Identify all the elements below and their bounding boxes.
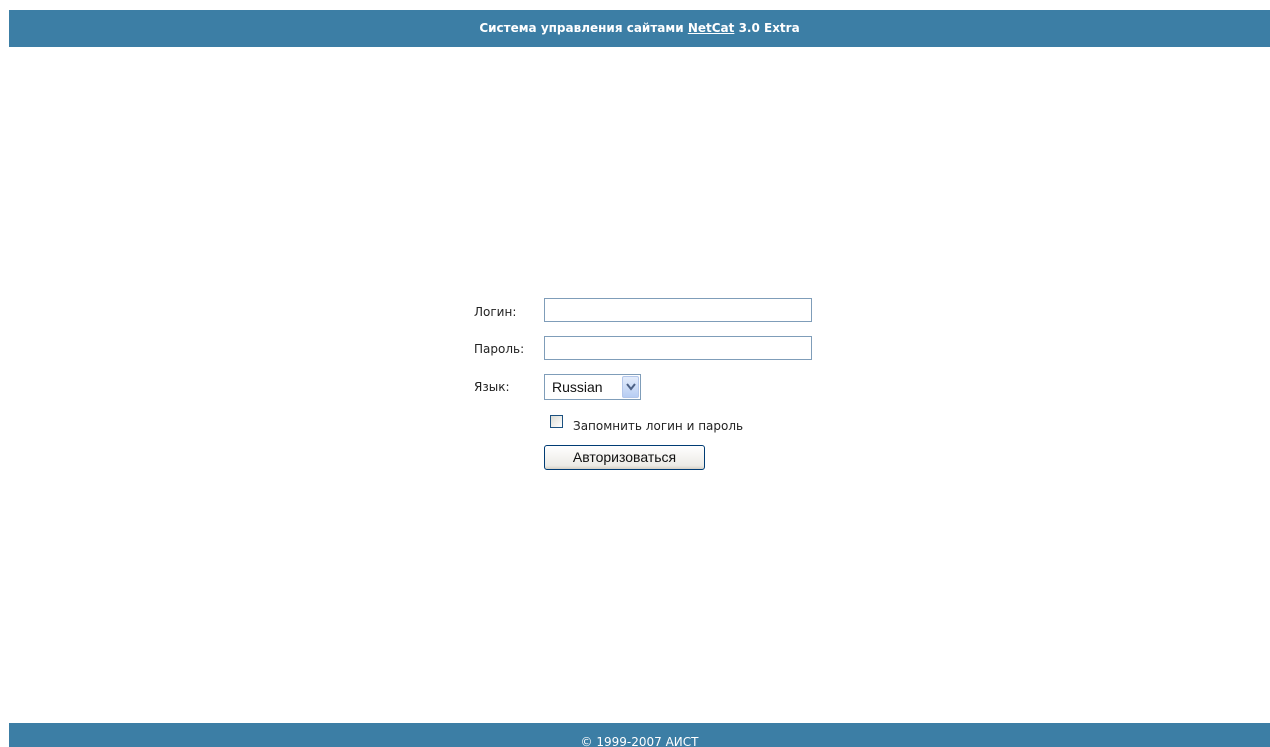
- remember-label[interactable]: Запомнить логин и пароль: [573, 419, 743, 433]
- netcat-link[interactable]: NetCat: [688, 21, 735, 35]
- password-label: Пароль:: [474, 342, 525, 356]
- login-button[interactable]: Авторизоваться: [544, 445, 705, 470]
- header-title-prefix: Система управления сайтами: [479, 21, 684, 35]
- login-input[interactable]: [544, 298, 812, 322]
- header-bar: Система управления сайтами NetCat 3.0 Ex…: [9, 10, 1270, 47]
- language-label: Язык:: [474, 380, 510, 394]
- header-title-suffix: 3.0 Extra: [738, 21, 800, 35]
- language-selected-value: Russian: [552, 379, 603, 395]
- copyright-text: © 1999-2007 АИСТ: [580, 735, 699, 747]
- language-select[interactable]: Russian: [544, 374, 641, 400]
- password-input[interactable]: [544, 336, 812, 360]
- login-label: Логин:: [474, 305, 517, 319]
- login-page: Система управления сайтами NetCat 3.0 Ex…: [0, 0, 1270, 747]
- footer-bar: © 1999-2007 АИСТ: [9, 723, 1270, 747]
- remember-checkbox[interactable]: [550, 415, 563, 428]
- chevron-down-icon[interactable]: [622, 376, 639, 398]
